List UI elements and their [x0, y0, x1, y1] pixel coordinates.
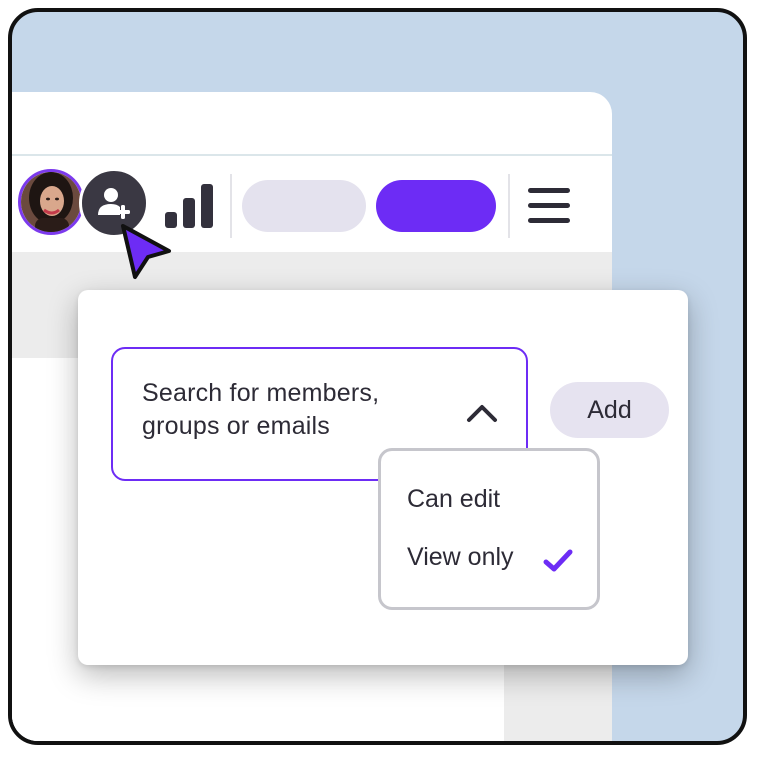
search-placeholder: Search for members, groups or emails: [142, 379, 380, 440]
toolbar: [12, 156, 612, 252]
primary-pill-button[interactable]: [376, 180, 496, 232]
avatar-photo: [21, 172, 81, 232]
pointer-cursor-icon: [121, 224, 171, 279]
secondary-pill-button[interactable]: [242, 180, 366, 232]
chevron-up-icon[interactable]: [465, 401, 499, 425]
add-button[interactable]: Add: [550, 382, 669, 438]
add-user-icon: [98, 188, 130, 219]
option-view-only[interactable]: View only: [407, 543, 514, 572]
share-dialog: Search for members, groups or emails Add…: [78, 290, 688, 665]
option-can-edit[interactable]: Can edit: [407, 485, 500, 514]
toolbar-divider: [230, 174, 232, 238]
avatar[interactable]: [18, 169, 84, 235]
permission-dropdown: Can edit View only: [378, 448, 600, 610]
hamburger-menu-icon[interactable]: [526, 186, 572, 226]
checkmark-icon: [543, 549, 573, 572]
toolbar-divider: [508, 174, 510, 238]
